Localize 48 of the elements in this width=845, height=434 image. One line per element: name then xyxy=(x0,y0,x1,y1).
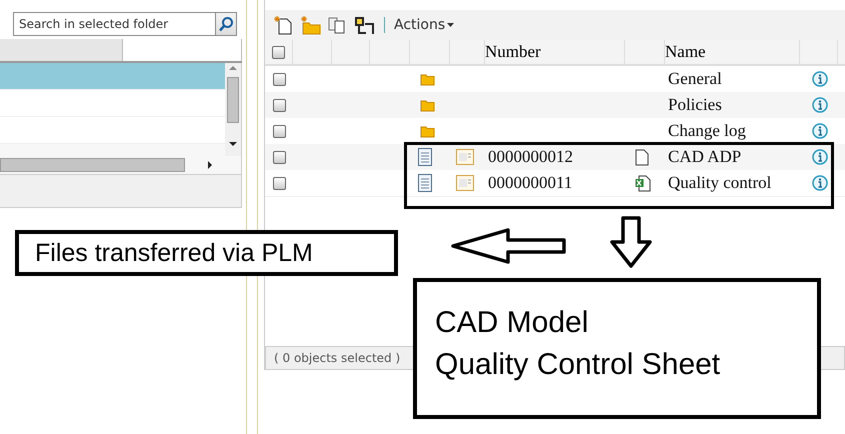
search-icon xyxy=(218,16,234,32)
number: 0000000012 xyxy=(487,147,574,167)
folder-icon xyxy=(420,98,435,112)
structure-button[interactable] xyxy=(353,15,375,35)
horizontal-scrollbar[interactable] xyxy=(0,156,242,174)
row-checkbox[interactable] xyxy=(272,124,286,138)
item-name[interactable]: General xyxy=(665,69,800,89)
scroll-thumb[interactable] xyxy=(0,158,185,172)
folder-icon xyxy=(420,72,435,86)
form-icon xyxy=(456,149,474,165)
actions-menu[interactable]: Actions xyxy=(394,17,454,33)
scroll-thumb[interactable] xyxy=(227,77,239,123)
row-checkbox[interactable] xyxy=(272,150,286,164)
info-icon[interactable] xyxy=(812,71,828,87)
row-checkbox[interactable] xyxy=(272,98,286,112)
info-icon[interactable] xyxy=(812,149,828,165)
info-icon[interactable] xyxy=(812,97,828,113)
search-field[interactable]: Search in selected folder xyxy=(13,12,215,36)
item-name[interactable]: Quality control xyxy=(665,173,800,193)
info-icon[interactable] xyxy=(812,123,828,139)
row-checkbox[interactable] xyxy=(272,72,286,86)
caret-icon xyxy=(447,23,454,27)
new-document-button[interactable] xyxy=(273,15,293,35)
form-icon xyxy=(456,175,474,191)
item-name[interactable]: CAD ADP xyxy=(665,147,800,167)
item-name[interactable]: Change log xyxy=(665,121,800,141)
copy-button[interactable] xyxy=(327,15,347,35)
select-all-checkbox[interactable] xyxy=(272,46,285,58)
vertical-scrollbar[interactable] xyxy=(225,63,241,156)
item-name[interactable]: Policies xyxy=(665,95,800,115)
number: 0000000011 xyxy=(487,173,574,193)
new-folder-button[interactable] xyxy=(299,15,321,35)
column-header[interactable]: Number xyxy=(485,40,625,64)
scroll-right-icon[interactable] xyxy=(205,160,215,170)
document-icon xyxy=(418,174,432,192)
scroll-up-icon[interactable] xyxy=(229,63,237,73)
down-arrow xyxy=(608,215,654,269)
column-header[interactable]: Name xyxy=(665,40,800,64)
folder-icon xyxy=(420,124,435,138)
file-icon xyxy=(635,148,649,166)
annotation-callout: CAD Model Quality Control Sheet xyxy=(413,278,821,419)
spreadsheet-file-icon xyxy=(635,174,651,192)
row-checkbox[interactable] xyxy=(272,176,286,190)
document-icon xyxy=(418,148,432,166)
search-button[interactable] xyxy=(215,12,237,36)
scroll-down-icon[interactable] xyxy=(229,139,237,149)
info-icon[interactable] xyxy=(812,175,828,191)
annotation-label: Files transferred via PLM xyxy=(15,230,398,276)
